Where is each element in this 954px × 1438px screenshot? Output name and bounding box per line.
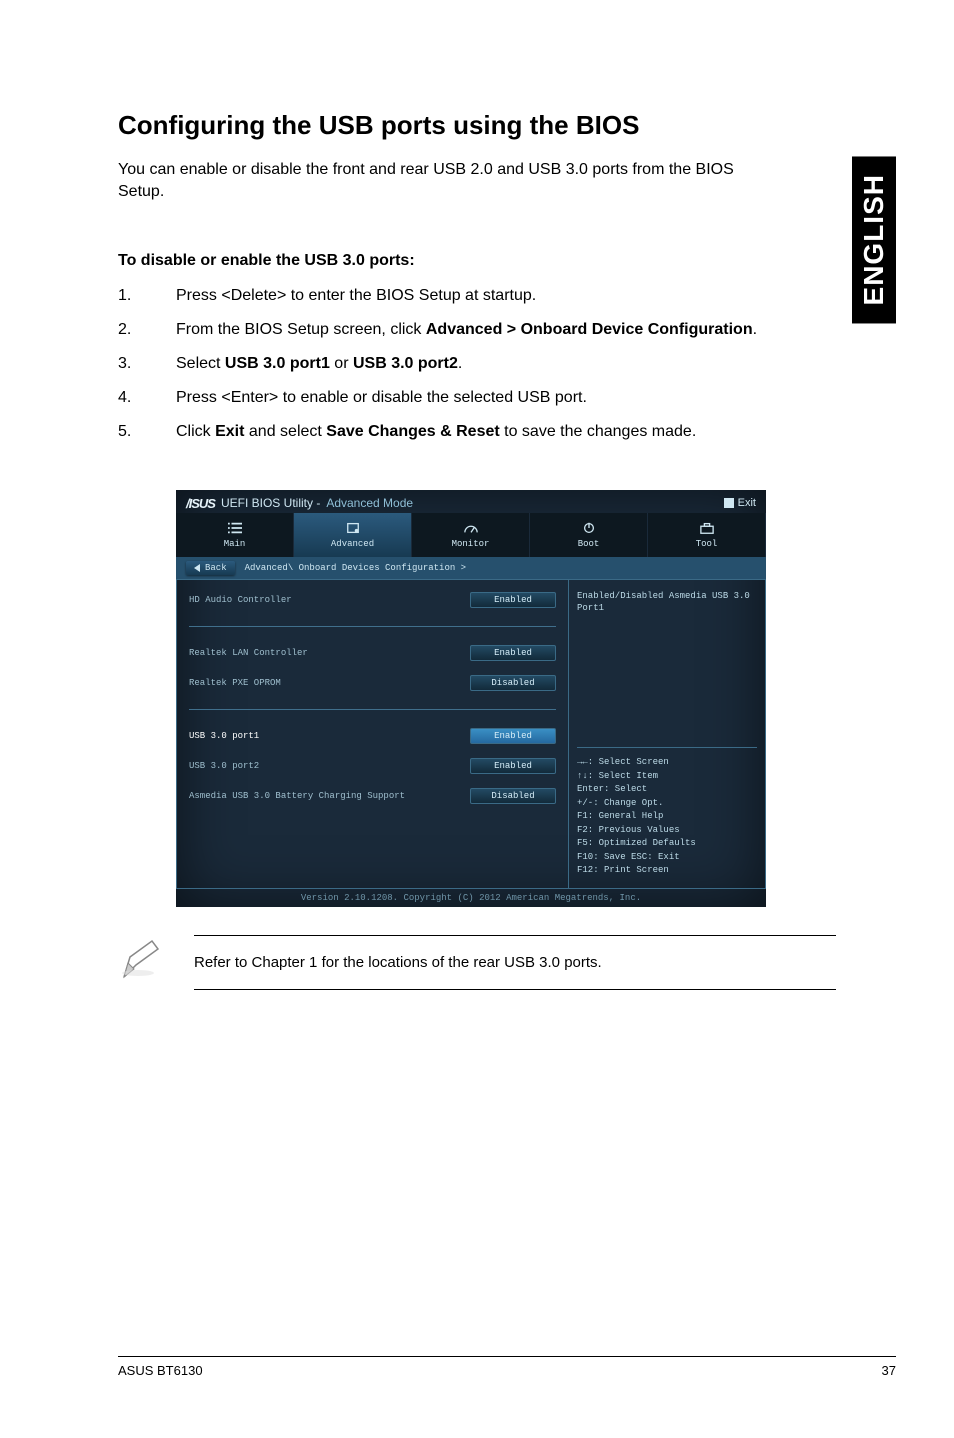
breadcrumb-bar: Back Advanced\ Onboard Devices Configura…	[176, 557, 766, 579]
setting-label: Realtek PXE OPROM	[189, 678, 281, 688]
gauge-icon	[462, 521, 480, 535]
tab-boot-label: Boot	[578, 539, 600, 549]
tab-advanced[interactable]: Advanced	[294, 513, 412, 557]
step-3: Select USB 3.0 port1 or USB 3.0 port2.	[118, 352, 836, 376]
back-label: Back	[205, 563, 227, 573]
setting-value[interactable]: Enabled	[470, 645, 556, 661]
step-3-bold-1: USB 3.0 port1	[225, 355, 330, 372]
setting-label: HD Audio Controller	[189, 595, 292, 605]
tab-tool-label: Tool	[696, 539, 718, 549]
power-icon	[580, 521, 598, 535]
tab-monitor-label: Monitor	[452, 539, 490, 549]
tab-advanced-label: Advanced	[331, 539, 374, 549]
exit-label: Exit	[738, 497, 756, 509]
bios-titlebar: /ISUS UEFI BIOS Utility - Advanced Mode …	[176, 490, 766, 513]
chip-icon	[344, 521, 362, 535]
step-2-text-a: From the BIOS Setup screen, click	[176, 321, 426, 338]
setting-row-selected[interactable]: USB 3.0 port1 Enabled	[189, 728, 556, 744]
note-pencil-icon	[118, 935, 166, 983]
setting-value[interactable]: Enabled	[470, 758, 556, 774]
tab-main-label: Main	[224, 539, 246, 549]
step-5-bold-2: Save Changes & Reset	[326, 423, 499, 440]
bios-help-panel: Enabled/Disabled Asmedia USB 3.0 Port1 →…	[568, 579, 766, 889]
setting-row[interactable]: Asmedia USB 3.0 Battery Charging Support…	[189, 788, 556, 804]
step-5-text-e: to save the changes made.	[500, 423, 697, 440]
exit-button[interactable]: Exit	[724, 497, 756, 509]
bios-settings-panel: HD Audio Controller Enabled Realtek LAN …	[176, 579, 568, 889]
tab-monitor[interactable]: Monitor	[412, 513, 530, 557]
setting-label: Asmedia USB 3.0 Battery Charging Support	[189, 791, 405, 801]
note-callout: Refer to Chapter 1 for the locations of …	[118, 935, 836, 990]
footer-model: ASUS BT6130	[118, 1363, 203, 1378]
bios-tabs: Main Advanced Monitor Boot Tool	[176, 513, 766, 557]
step-5-text-a: Click	[176, 423, 215, 440]
setting-row[interactable]: Realtek PXE OPROM Disabled	[189, 675, 556, 691]
setting-value[interactable]: Disabled	[470, 675, 556, 691]
setting-row[interactable]: HD Audio Controller Enabled	[189, 592, 556, 608]
language-tab: ENGLISH	[852, 156, 896, 323]
footer-page-number: 37	[882, 1363, 896, 1378]
key-legend: →←: Select Screen ↑↓: Select Item Enter:…	[577, 747, 757, 878]
exit-icon	[724, 498, 734, 508]
setting-value[interactable]: Enabled	[470, 728, 556, 744]
step-5-bold-1: Exit	[215, 423, 244, 440]
setting-label: USB 3.0 port2	[189, 761, 259, 771]
list-icon	[226, 521, 244, 535]
note-text: Refer to Chapter 1 for the locations of …	[194, 935, 836, 990]
page-heading: Configuring the USB ports using the BIOS	[118, 110, 836, 141]
step-4: Press <Enter> to enable or disable the s…	[118, 386, 836, 410]
setting-row[interactable]: Realtek LAN Controller Enabled	[189, 645, 556, 661]
step-3-text-c: or	[330, 355, 353, 372]
setting-row[interactable]: USB 3.0 port2 Enabled	[189, 758, 556, 774]
step-1: Press <Delete> to enter the BIOS Setup a…	[118, 284, 836, 308]
tab-boot[interactable]: Boot	[530, 513, 648, 557]
separator	[189, 626, 556, 627]
tab-tool[interactable]: Tool	[648, 513, 766, 557]
help-description: Enabled/Disabled Asmedia USB 3.0 Port1	[577, 590, 757, 615]
back-button[interactable]: Back	[186, 561, 235, 575]
intro-paragraph: You can enable or disable the front and …	[118, 159, 758, 204]
breadcrumb-path: Advanced\ Onboard Devices Configuration …	[245, 563, 466, 573]
step-3-text-a: Select	[176, 355, 225, 372]
back-arrow-icon	[194, 564, 200, 572]
step-2-bold: Advanced > Onboard Device Configuration	[426, 321, 753, 338]
step-3-text-e: .	[458, 355, 462, 372]
step-5-text-c: and select	[244, 423, 326, 440]
setting-value[interactable]: Enabled	[470, 592, 556, 608]
step-2: From the BIOS Setup screen, click Advanc…	[118, 318, 836, 342]
setting-label: Realtek LAN Controller	[189, 648, 308, 658]
bios-title-prefix: UEFI BIOS Utility -	[221, 496, 320, 510]
bios-screenshot: /ISUS UEFI BIOS Utility - Advanced Mode …	[176, 490, 766, 907]
toolbox-icon	[698, 521, 716, 535]
step-2-text-c: .	[753, 321, 757, 338]
tab-main[interactable]: Main	[176, 513, 294, 557]
setting-value[interactable]: Disabled	[470, 788, 556, 804]
procedure-subheading: To disable or enable the USB 3.0 ports:	[118, 252, 836, 270]
asus-logo: /ISUS	[186, 496, 215, 511]
bios-mode: Advanced Mode	[326, 496, 413, 510]
page-content: Configuring the USB ports using the BIOS…	[0, 0, 954, 990]
step-3-bold-2: USB 3.0 port2	[353, 355, 458, 372]
separator	[189, 709, 556, 710]
page-footer: ASUS BT6130 37	[118, 1356, 896, 1378]
bios-version-footer: Version 2.10.1208. Copyright (C) 2012 Am…	[176, 889, 766, 907]
steps-list: Press <Delete> to enter the BIOS Setup a…	[118, 284, 836, 444]
step-5: Click Exit and select Save Changes & Res…	[118, 420, 836, 444]
setting-label: USB 3.0 port1	[189, 731, 259, 741]
